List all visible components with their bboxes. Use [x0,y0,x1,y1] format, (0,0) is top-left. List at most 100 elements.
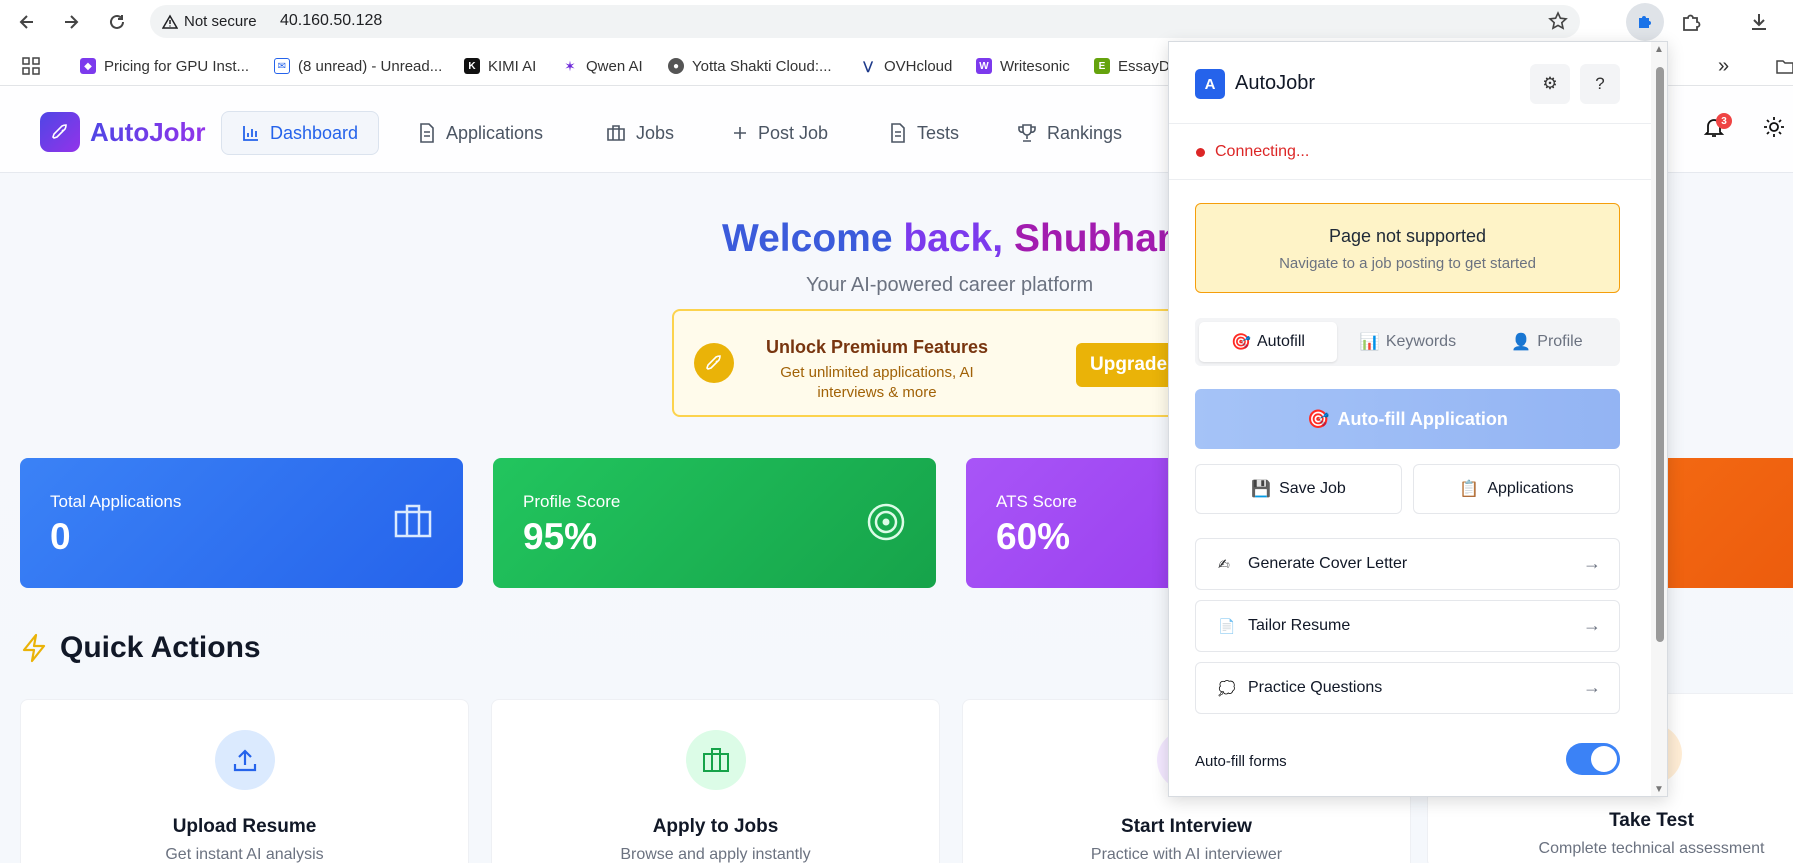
gear-icon: ⚙ [1542,74,1558,93]
more-bookmarks-button[interactable]: » [1718,55,1729,77]
premium-subtitle: Get unlimited applications, AI interview… [780,364,974,401]
back-button[interactable] [14,9,40,35]
quick-action-upload-resume[interactable]: Upload Resume Get instant AI analysis [20,699,469,863]
tab-autofill[interactable]: 🎯 Autofill [1199,322,1337,362]
practice-questions-button[interactable]: 💭 Practice Questions → [1195,662,1620,714]
globe-icon: ● [668,58,684,74]
site-info-chip[interactable]: Not secure [162,10,257,33]
apps-grid-icon [22,57,40,75]
autofill-application-button[interactable]: 🎯 Auto-fill Application [1195,389,1620,449]
arrow-right-icon: → [1583,553,1601,573]
bookmark-star-button[interactable] [1548,11,1568,36]
briefcase-icon [607,125,625,141]
forward-button[interactable] [58,9,84,35]
bookmark-item[interactable]: ⋁ OVHcloud [860,56,952,76]
nav-rankings[interactable]: Rankings [997,111,1142,155]
nav-label: Dashboard [270,122,359,143]
notifications-button[interactable]: 3 [1694,107,1734,147]
kimi-icon: K [464,58,480,74]
save-job-button[interactable]: 💾 Save Job [1195,464,1402,514]
nav-applications[interactable]: Applications [398,111,563,155]
nav-jobs[interactable]: Jobs [586,111,694,155]
generate-cover-letter-button[interactable]: ✍ Generate Cover Letter → [1195,538,1620,590]
autojobr-extension-popup: A AutoJobr ⚙ ? Connecting... Page not su… [1168,41,1668,797]
nav-tests[interactable]: Tests [869,111,979,155]
status-text: Connecting... [1215,143,1310,160]
tailor-resume-button[interactable]: 📄 Tailor Resume → [1195,600,1620,652]
clipboard-icon: 📋 [1459,481,1480,498]
folder-icon[interactable] [1776,56,1793,76]
quick-action-desc: Browse and apply instantly [620,846,811,863]
quick-action-apply-to-jobs[interactable]: Apply to Jobs Browse and apply instantly [491,699,940,863]
url-text[interactable]: 40.160.50.128 [280,12,382,30]
popup-scrollbar[interactable]: ▲ ▼ [1651,42,1667,796]
nav-label: Tests [917,122,960,143]
reload-button[interactable] [104,9,130,35]
bookmark-item[interactable]: ◆ Pricing for GPU Inst... [80,56,249,76]
writesonic-icon: W [976,58,992,74]
qwen-icon: ✶ [562,58,578,74]
stat-card-profile-score: Profile Score 95% [493,458,936,588]
quick-action-desc: Practice with AI interviewer [1090,846,1283,863]
trophy-icon [1018,124,1036,142]
bookmark-label: OVHcloud [884,57,953,75]
toggle-knob [1591,746,1617,772]
button-label: Save Job [1279,480,1346,497]
stat-value: 95% [523,516,598,557]
settings-button[interactable]: ⚙ [1530,64,1570,104]
extensions-icon [1683,14,1701,31]
bookmark-item[interactable]: K KIMI AI [464,56,536,76]
tab-label: Keywords [1385,333,1457,350]
nav-label: Post Job [758,122,829,143]
quick-action-desc: Get instant AI analysis [165,846,324,863]
document-icon [420,123,434,143]
bookmark-item[interactable]: ● Yotta Shakti Cloud:... [668,56,832,76]
bookmark-item[interactable]: ✶ Qwen AI [562,56,643,76]
lightning-icon [22,633,46,663]
extensions-menu-button[interactable] [1672,3,1710,41]
scroll-up-icon[interactable]: ▲ [1654,44,1664,55]
bookmark-label: Qwen AI [586,57,643,75]
bookmark-item[interactable]: ✉ (8 unread) - Unread... [274,56,442,76]
stat-card-total-applications: Total Applications 0 [20,458,463,588]
nav-dashboard[interactable]: Dashboard [221,111,380,155]
scrollbar-thumb[interactable] [1656,67,1664,642]
upload-icon [214,730,275,790]
bookmark-item[interactable]: W Writesonic [976,56,1070,76]
apps-button[interactable] [22,56,40,76]
autofill-forms-toggle[interactable] [1566,743,1620,775]
target-icon [866,502,906,547]
tab-profile[interactable]: 👤 Profile [1478,322,1616,362]
theme-toggle-button[interactable] [1754,107,1793,147]
brand[interactable]: AutoJobr [40,112,206,152]
stat-label: Profile Score [523,492,621,511]
button-label: Applications [1487,480,1574,497]
bookmark-item[interactable]: E EssayDo [1094,56,1178,76]
nav-label: Applications [446,122,544,143]
tab-keywords[interactable]: 📊 Keywords [1339,322,1477,362]
downloads-button[interactable] [1740,3,1778,41]
scroll-down-icon[interactable]: ▼ [1654,784,1664,795]
button-label: Auto-fill Application [1337,408,1508,429]
target-icon: 🎯 [1231,334,1251,351]
floppy-disk-icon: 💾 [1251,481,1272,498]
chart-icon [243,126,258,141]
help-button[interactable]: ? [1580,64,1620,104]
row-label: Tailor Resume [1248,617,1351,634]
target-icon: 🎯 [1307,408,1330,429]
chart-icon: 📊 [1359,334,1380,351]
nav-post-job[interactable]: Post Job [712,111,848,155]
rocket-icon [40,112,80,152]
sun-icon [1764,117,1784,137]
document-icon [891,123,905,143]
tab-label: Profile [1537,333,1583,350]
autojobr-extension-button[interactable] [1626,3,1664,41]
briefcase-icon [393,502,433,545]
popup-tabs: 🎯 Autofill 📊 Keywords 👤 Profile [1195,318,1620,366]
popup-header: A AutoJobr ⚙ ? [1169,42,1651,124]
quick-action-desc: Complete technical assessment [1538,840,1765,857]
not-secure-label: Not secure [184,13,257,30]
address-bar[interactable]: Not secure 40.160.50.128 [150,5,1580,38]
applications-button[interactable]: 📋 Applications [1413,464,1620,514]
stat-label: Total Applications [50,492,182,511]
